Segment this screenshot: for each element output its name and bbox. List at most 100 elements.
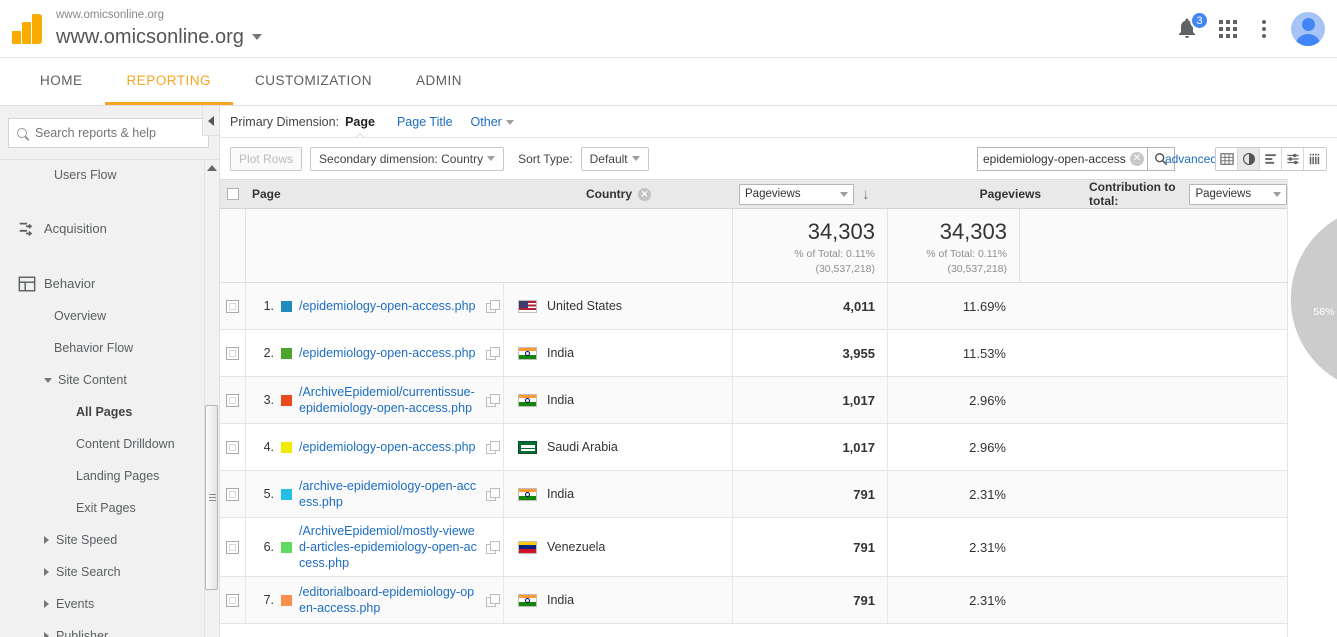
table-row[interactable]: 7. /editorialboard-epidemiology-open-acce… xyxy=(220,577,1287,624)
apps-grid-icon[interactable] xyxy=(1219,20,1237,38)
clear-search-icon[interactable]: ✕ xyxy=(1130,151,1144,166)
metric-select-wrap: Pageviews ↓ xyxy=(733,183,927,205)
primary-dimension-page[interactable]: Page xyxy=(345,115,375,129)
sidebar-item-landing-pages[interactable]: Landing Pages xyxy=(0,460,219,492)
pie-chart[interactable]: 11.7%11.5%58% xyxy=(1288,203,1337,395)
tab-home[interactable]: HOME xyxy=(18,58,105,105)
sidebar-scrollbar[interactable] xyxy=(204,160,218,637)
sidebar-nav-scroll: Users Flow Acquisition Behavior Overview… xyxy=(0,160,219,637)
total-pageviews2-paren: (30,537,218) xyxy=(947,263,1007,275)
page-link[interactable]: /ArchiveEpidemiol/mostly-viewed-articles… xyxy=(299,523,479,571)
primary-dimension-other-label: Other xyxy=(470,114,502,129)
remove-secondary-dimension-icon[interactable]: ✕ xyxy=(638,187,651,201)
table-view-icon[interactable] xyxy=(1216,147,1238,170)
pivot-view-icon[interactable] xyxy=(1304,147,1326,170)
table-row[interactable]: 1. /epidemiology-open-access.php United St… xyxy=(220,283,1287,330)
row-checkbox[interactable] xyxy=(220,424,246,470)
sidebar-item-behavior-flow[interactable]: Behavior Flow xyxy=(0,332,219,364)
sidebar-item-exit-pages[interactable]: Exit Pages xyxy=(0,492,219,524)
row-checkbox[interactable] xyxy=(220,471,246,517)
sidebar-item-overview[interactable]: Overview xyxy=(0,300,219,332)
table-row[interactable]: 6. /ArchiveEpidemiol/mostly-viewed-articl… xyxy=(220,518,1287,577)
secondary-dimension-dropdown[interactable]: Secondary dimension: Country xyxy=(310,146,505,171)
scrollbar-thumb[interactable] xyxy=(205,405,218,590)
sidebar-item-users-flow[interactable]: Users Flow xyxy=(0,160,219,190)
sidebar-item-site-speed[interactable]: Site Speed xyxy=(0,524,219,556)
cell-spacer xyxy=(1020,471,1287,517)
plot-rows-button[interactable]: Plot Rows xyxy=(230,146,303,171)
select-all-checkbox[interactable] xyxy=(220,188,246,200)
search-input[interactable] xyxy=(33,125,200,141)
sidebar-item-behavior[interactable]: Behavior xyxy=(0,267,219,300)
page-link[interactable]: /epidemiology-open-access.php xyxy=(299,345,479,361)
table-search-input[interactable] xyxy=(977,146,1147,171)
open-in-new-window-icon[interactable] xyxy=(486,393,500,407)
table-row[interactable]: 2. /epidemiology-open-access.php India 3,95… xyxy=(220,330,1287,377)
metric-select-value: Pageviews xyxy=(745,188,801,200)
series-color-swatch xyxy=(281,541,292,553)
pie-chart-view-icon[interactable] xyxy=(1238,147,1260,170)
pie-slice[interactable] xyxy=(1289,205,1337,393)
cell-pageviews-pct: 2.31% xyxy=(969,539,1006,555)
column-header-pageviews[interactable]: Pageviews xyxy=(927,187,1059,201)
column-header-page[interactable]: Page xyxy=(246,187,504,201)
sidebar-item-publisher[interactable]: Publisher xyxy=(0,620,219,637)
cell-page: 4. /epidemiology-open-access.php xyxy=(246,424,504,470)
page-link[interactable]: /editorialboard-epidemiology-open-access… xyxy=(299,584,479,616)
sidebar-item-events[interactable]: Events xyxy=(0,588,219,620)
table-row[interactable]: 5. /archive-epidemiology-open-access.php I… xyxy=(220,471,1287,518)
open-in-new-window-icon[interactable] xyxy=(486,487,500,501)
advanced-link[interactable]: advanced xyxy=(1165,152,1217,166)
tab-admin[interactable]: ADMIN xyxy=(394,58,484,105)
performance-view-icon[interactable] xyxy=(1260,147,1282,170)
sidebar-item-site-content[interactable]: Site Content xyxy=(0,364,219,396)
open-in-new-window-icon[interactable] xyxy=(486,593,500,607)
page-link[interactable]: /archive-epidemiology-open-access.php xyxy=(299,478,479,510)
sort-descending-icon[interactable]: ↓ xyxy=(862,187,870,202)
search-reports-box[interactable] xyxy=(8,118,209,148)
page-link[interactable]: /ArchiveEpidemiol/currentissue-epidemiol… xyxy=(299,384,479,416)
row-checkbox[interactable] xyxy=(220,577,246,623)
tab-reporting[interactable]: REPORTING xyxy=(104,58,234,105)
chevron-down-icon xyxy=(840,191,848,197)
primary-dimension-other[interactable]: Other xyxy=(471,115,514,129)
comparison-view-icon[interactable] xyxy=(1282,147,1304,170)
chevron-down-icon xyxy=(1272,191,1281,197)
metric-select-dropdown[interactable]: Pageviews xyxy=(739,183,854,205)
account-subtitle: www.omicsonline.org xyxy=(56,9,165,22)
sidebar-item-acquisition[interactable]: Acquisition xyxy=(0,212,219,245)
notifications-button[interactable]: 3 xyxy=(1175,11,1209,42)
contribution-dropdown[interactable]: Pageviews xyxy=(1189,183,1287,205)
sidebar-item-site-search[interactable]: Site Search xyxy=(0,556,219,588)
open-in-new-window-icon[interactable] xyxy=(486,540,500,554)
sidebar-item-label: Publisher xyxy=(56,629,109,637)
page-link[interactable]: /epidemiology-open-access.php xyxy=(299,298,479,314)
table-search-wrap: ✕ xyxy=(977,146,1175,171)
tab-customization[interactable]: CUSTOMIZATION xyxy=(233,58,394,105)
open-in-new-window-icon[interactable] xyxy=(486,299,500,313)
table-row[interactable]: 4. /epidemiology-open-access.php Saudi Ara… xyxy=(220,424,1287,471)
page-link[interactable]: /epidemiology-open-access.php xyxy=(299,439,479,455)
cell-pageviews-pct: 2.31% xyxy=(969,592,1006,608)
table-row[interactable]: 3. /ArchiveEpidemiol/currentissue-epidemi… xyxy=(220,377,1287,424)
scroll-up-icon[interactable] xyxy=(207,165,217,171)
sidebar-collapse-button[interactable] xyxy=(202,106,220,136)
primary-dimension-page-title[interactable]: Page Title xyxy=(397,115,453,129)
primary-dimension-label: Primary Dimension: xyxy=(230,114,340,129)
kebab-menu-icon[interactable] xyxy=(1255,20,1273,38)
sidebar-item-label: Behavior xyxy=(44,276,96,291)
row-checkbox[interactable] xyxy=(220,283,246,329)
pie-slice-label: 58% xyxy=(1313,306,1335,319)
row-checkbox[interactable] xyxy=(220,377,246,423)
row-checkbox[interactable] xyxy=(220,330,246,376)
avatar[interactable] xyxy=(1291,12,1325,46)
sidebar-item-content-drilldown[interactable]: Content Drilldown xyxy=(0,428,219,460)
cell-pageviews: 3,955 xyxy=(733,330,888,376)
sort-type-dropdown[interactable]: Default xyxy=(580,146,649,171)
open-in-new-window-icon[interactable] xyxy=(486,440,500,454)
row-checkbox[interactable] xyxy=(220,518,246,576)
open-in-new-window-icon[interactable] xyxy=(486,346,500,360)
top-bar-actions: 3 xyxy=(1175,0,1325,58)
sidebar-item-all-pages[interactable]: All Pages xyxy=(0,396,219,428)
account-switcher[interactable]: www.omicsonline.org xyxy=(56,27,262,47)
